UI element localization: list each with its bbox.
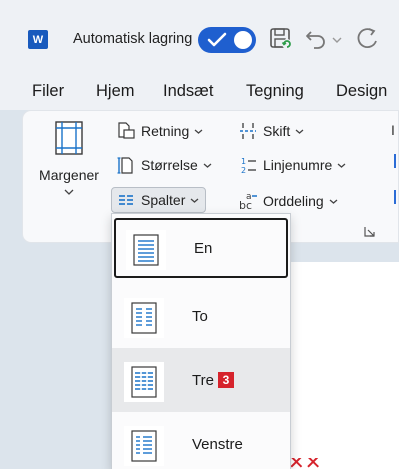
columns-option-left[interactable]: Venstre — [112, 412, 290, 469]
line-numbers-button[interactable]: 1 2 Linjenumre — [237, 153, 346, 177]
svg-text:1: 1 — [241, 157, 246, 166]
chevron-down-icon — [295, 129, 304, 134]
columns-option-label: Tre 3 — [192, 372, 234, 389]
columns-icon — [115, 190, 137, 210]
tab-indsaet[interactable]: Indsæt — [163, 82, 213, 101]
undo-icon[interactable] — [303, 26, 329, 52]
page-setup-launcher-icon[interactable] — [364, 226, 376, 238]
size-label: Størrelse — [141, 157, 198, 173]
svg-text:a: a — [246, 192, 252, 202]
tab-tegning[interactable]: Tegning — [246, 82, 304, 101]
chevron-down-icon — [190, 198, 199, 203]
columns-label: Spalter — [141, 192, 186, 208]
size-button[interactable]: Størrelse — [115, 153, 212, 177]
chevron-down-icon — [203, 163, 212, 168]
orientation-button[interactable]: Retning — [115, 119, 203, 143]
redo-icon[interactable] — [353, 26, 383, 52]
one-column-icon — [126, 230, 166, 270]
tab-hjem[interactable]: Hjem — [96, 82, 135, 101]
hyphenation-label: Orddeling — [263, 193, 324, 209]
hyphenation-button[interactable]: bc a Orddeling — [237, 189, 338, 213]
chevron-down-icon — [329, 199, 338, 204]
next-group-partial-icon — [394, 154, 396, 168]
word-logo-icon: W — [28, 30, 53, 49]
columns-option-label: To — [192, 308, 208, 325]
columns-button[interactable]: Spalter — [111, 187, 207, 213]
three-columns-icon — [124, 362, 164, 402]
columns-option-two[interactable]: To — [112, 284, 290, 348]
next-group-partial-label: I — [391, 122, 395, 138]
size-icon — [115, 155, 137, 175]
red-annotation-mark: ✕✕ — [288, 458, 322, 469]
chevron-down-icon — [337, 163, 346, 168]
two-columns-icon — [124, 298, 164, 338]
chevron-down-icon — [64, 189, 74, 195]
chevron-down-icon — [194, 129, 203, 134]
breaks-label: Skift — [263, 123, 291, 139]
svg-text:2: 2 — [241, 166, 246, 175]
margins-button[interactable]: Margener — [33, 120, 105, 210]
save-icon[interactable] — [268, 26, 294, 52]
columns-option-label: En — [194, 240, 213, 257]
ribbon-tabs: Filer Hjem Indsæt Tegning Design — [0, 72, 399, 110]
columns-option-one[interactable]: En — [114, 218, 288, 278]
orientation-icon — [115, 121, 137, 141]
tab-design[interactable]: Design — [336, 82, 387, 101]
margins-label: Margener — [39, 167, 99, 183]
autosave-toggle[interactable] — [198, 27, 256, 53]
checkmark-icon — [207, 32, 227, 47]
next-group-partial-icon — [394, 190, 396, 204]
columns-dropdown-menu: En To Tre 3 Venstre — [111, 213, 291, 469]
line-numbers-label: Linjenumre — [263, 157, 333, 173]
toggle-knob — [234, 31, 252, 49]
autosave-label: Automatisk lagring — [73, 31, 193, 47]
title-bar: W Automatisk lagring — [0, 0, 399, 72]
columns-option-three[interactable]: Tre 3 — [112, 348, 290, 412]
step-number-badge: 3 — [217, 372, 234, 388]
left-column-icon — [124, 426, 164, 466]
hyphenation-icon: bc a — [237, 191, 259, 211]
breaks-button[interactable]: Skift — [237, 119, 304, 143]
line-numbers-icon: 1 2 — [237, 155, 259, 175]
orientation-label: Retning — [141, 123, 190, 139]
margins-icon — [55, 121, 83, 155]
tab-filer[interactable]: Filer — [32, 82, 64, 101]
columns-option-label: Venstre — [192, 436, 243, 453]
breaks-icon — [237, 121, 259, 141]
undo-dropdown-chevron-down-icon[interactable] — [331, 26, 343, 52]
